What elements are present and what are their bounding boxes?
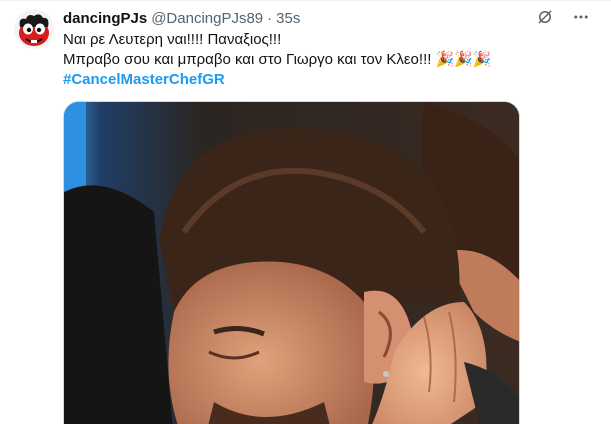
grok-icon xyxy=(538,10,552,24)
tweet-line-1: Ναι ρε Λευτερη ναι!!!! Παναξιος!!! xyxy=(63,31,282,48)
display-name[interactable]: dancingPJs xyxy=(63,10,147,27)
more-button[interactable] xyxy=(571,7,591,27)
tweet-text: Ναι ρε Λευτερη ναι!!!! Παναξιος!!! Μπραβ… xyxy=(63,30,583,90)
more-icon xyxy=(574,15,588,19)
red-cartoon-avatar-icon xyxy=(14,9,54,49)
grok-button[interactable] xyxy=(535,7,555,27)
tweet-card[interactable]: dancingPJs @DancingPJs89 · 35s Ναι ρε Λε… xyxy=(0,0,611,424)
avatar[interactable] xyxy=(14,9,54,49)
separator-dot: · xyxy=(267,9,273,27)
photo-image xyxy=(64,102,519,424)
timestamp[interactable]: 35s xyxy=(276,10,300,27)
tweet-line-2: Μπραβο σου και μπραβο και στο Γιωργο και… xyxy=(63,51,492,68)
hashtag-link[interactable]: #CancelMasterChefGR xyxy=(63,70,583,90)
tweet-actions xyxy=(535,7,591,27)
tweet-photo[interactable] xyxy=(63,101,520,424)
tweet-header: dancingPJs @DancingPJs89 · 35s xyxy=(63,8,300,28)
user-handle[interactable]: @DancingPJs89 xyxy=(151,10,263,27)
